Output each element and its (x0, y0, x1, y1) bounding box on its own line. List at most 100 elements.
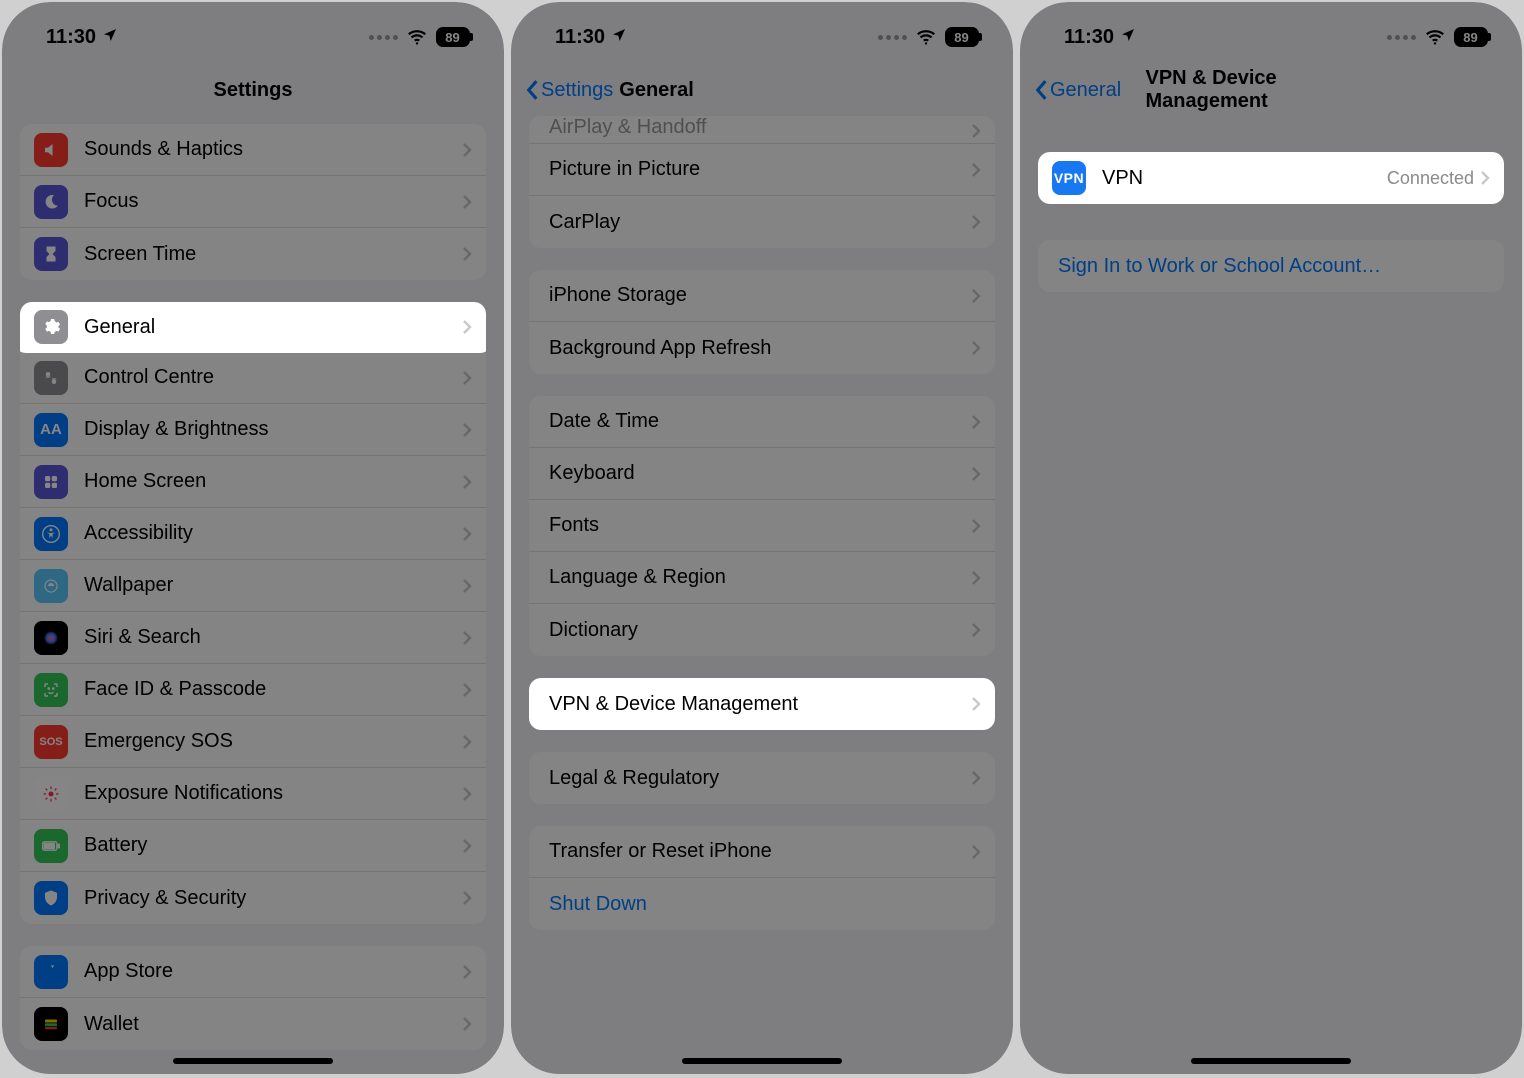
row-label: Screen Time (84, 243, 462, 266)
row-battery[interactable]: Battery (20, 820, 486, 872)
wallpaper-icon (34, 569, 68, 603)
row-shut-down[interactable]: Shut Down (529, 878, 995, 930)
chevron-right-icon (971, 518, 981, 534)
chevron-right-icon (462, 682, 472, 698)
row-carplay[interactable]: CarPlay (529, 196, 995, 248)
row-label: iPhone Storage (549, 284, 971, 307)
focus-icon (34, 185, 68, 219)
chevron-right-icon (462, 786, 472, 802)
phone-settings: 11:30 89 Settings Sounds & Haptics (2, 2, 504, 1074)
status-bar: 11:30 89 (2, 10, 504, 64)
row-exposure-notifications[interactable]: Exposure Notifications (20, 768, 486, 820)
cell-signal-icon (369, 35, 398, 40)
cell-signal-icon (1387, 35, 1416, 40)
row-label: Display & Brightness (84, 418, 462, 441)
chevron-right-icon (971, 214, 981, 230)
row-label: Date & Time (549, 410, 971, 433)
row-transfer-reset[interactable]: Transfer or Reset iPhone (529, 826, 995, 878)
page-title: VPN & Device Management (1146, 67, 1397, 113)
chevron-right-icon (462, 422, 472, 438)
battery-icon: 89 (436, 27, 470, 47)
chevron-right-icon (462, 142, 472, 158)
phone-vpn-mgmt: 11:30 89 General VPN & Device Management… (1020, 2, 1522, 1074)
row-date-time[interactable]: Date & Time (529, 396, 995, 448)
row-label: App Store (84, 960, 462, 983)
phone-general: 11:30 89 Settings General AirPlay & Hand… (511, 2, 1013, 1074)
back-button[interactable]: General (1034, 79, 1121, 102)
wifi-icon (406, 26, 428, 48)
chevron-right-icon (971, 414, 981, 430)
row-fonts[interactable]: Fonts (529, 500, 995, 552)
row-wallpaper[interactable]: Wallpaper (20, 560, 486, 612)
row-vpn[interactable]: VPN VPN Connected (1038, 152, 1504, 204)
app-store-icon (34, 955, 68, 989)
row-focus[interactable]: Focus (20, 176, 486, 228)
row-wallet[interactable]: Wallet (20, 998, 486, 1050)
nav-bar: General VPN & Device Management (1020, 64, 1522, 116)
row-vpn-device-management[interactable]: VPN & Device Management (529, 678, 995, 730)
row-background-app-refresh[interactable]: Background App Refresh (529, 322, 995, 374)
row-keyboard[interactable]: Keyboard (529, 448, 995, 500)
chevron-right-icon (462, 370, 472, 386)
chevron-right-icon (462, 194, 472, 210)
back-label: General (1050, 79, 1121, 102)
row-label: Emergency SOS (84, 730, 462, 753)
row-emergency-sos[interactable]: SOS Emergency SOS (20, 716, 486, 768)
status-right: 89 (878, 26, 979, 48)
wallet-icon (34, 1007, 68, 1041)
row-siri-search[interactable]: Siri & Search (20, 612, 486, 664)
row-privacy-security[interactable]: Privacy & Security (20, 872, 486, 924)
row-legal-regulatory[interactable]: Legal & Regulatory (529, 752, 995, 804)
highlight-general: General (20, 302, 486, 353)
row-label: VPN & Device Management (549, 693, 971, 716)
back-label: Settings (541, 79, 613, 102)
settings-list[interactable]: Sounds & Haptics Focus Screen Time (2, 116, 504, 1074)
row-signin-work-school[interactable]: Sign In to Work or School Account… (1038, 240, 1504, 292)
gear-icon (34, 310, 68, 344)
chevron-right-icon (462, 319, 472, 335)
row-label: Wallpaper (84, 574, 462, 597)
home-indicator[interactable] (1191, 1058, 1351, 1064)
vpn-icon: VPN (1052, 161, 1086, 195)
row-dictionary[interactable]: Dictionary (529, 604, 995, 656)
row-picture-in-picture[interactable]: Picture in Picture (529, 144, 995, 196)
row-display-brightness[interactable]: AA Display & Brightness (20, 404, 486, 456)
row-accessibility[interactable]: Accessibility (20, 508, 486, 560)
row-general[interactable]: General (20, 302, 486, 353)
row-iphone-storage[interactable]: iPhone Storage (529, 270, 995, 322)
back-button[interactable]: Settings (525, 79, 613, 102)
status-bar: 11:30 89 (1020, 10, 1522, 64)
status-bar: 11:30 89 (511, 10, 1013, 64)
chevron-right-icon (971, 844, 981, 860)
row-label: General (84, 316, 462, 339)
chevron-right-icon (462, 734, 472, 750)
chevron-right-icon (1480, 170, 1490, 186)
row-sounds-haptics[interactable]: Sounds & Haptics (20, 124, 486, 176)
highlight-vpn-row: VPN VPN Connected (1038, 152, 1504, 204)
vpn-list[interactable]: VPN VPN Connected Sign In to Work or Sch… (1020, 116, 1522, 1074)
status-time: 11:30 (555, 26, 627, 49)
home-indicator[interactable] (173, 1058, 333, 1064)
chevron-right-icon (462, 578, 472, 594)
nav-bar: Settings (2, 64, 504, 116)
sos-icon: SOS (34, 725, 68, 759)
cell-signal-icon (878, 35, 907, 40)
home-indicator[interactable] (682, 1058, 842, 1064)
chevron-right-icon (971, 570, 981, 586)
row-label: AirPlay & Handoff (549, 116, 971, 139)
general-list[interactable]: AirPlay & Handoff Picture in Picture Car… (511, 116, 1013, 1074)
general-group-0: AirPlay & Handoff Picture in Picture Car… (529, 116, 995, 248)
row-face-id[interactable]: Face ID & Passcode (20, 664, 486, 716)
chevron-right-icon (971, 340, 981, 356)
location-icon (611, 26, 627, 49)
row-language-region[interactable]: Language & Region (529, 552, 995, 604)
row-control-centre[interactable]: Control Centre (20, 352, 486, 404)
row-airplay-handoff[interactable]: AirPlay & Handoff (529, 116, 995, 144)
page-title: Settings (214, 79, 293, 102)
row-home-screen[interactable]: Home Screen (20, 456, 486, 508)
row-app-store[interactable]: App Store (20, 946, 486, 998)
row-label: Siri & Search (84, 626, 462, 649)
row-screen-time[interactable]: Screen Time (20, 228, 486, 280)
wifi-icon (915, 26, 937, 48)
siri-icon (34, 621, 68, 655)
